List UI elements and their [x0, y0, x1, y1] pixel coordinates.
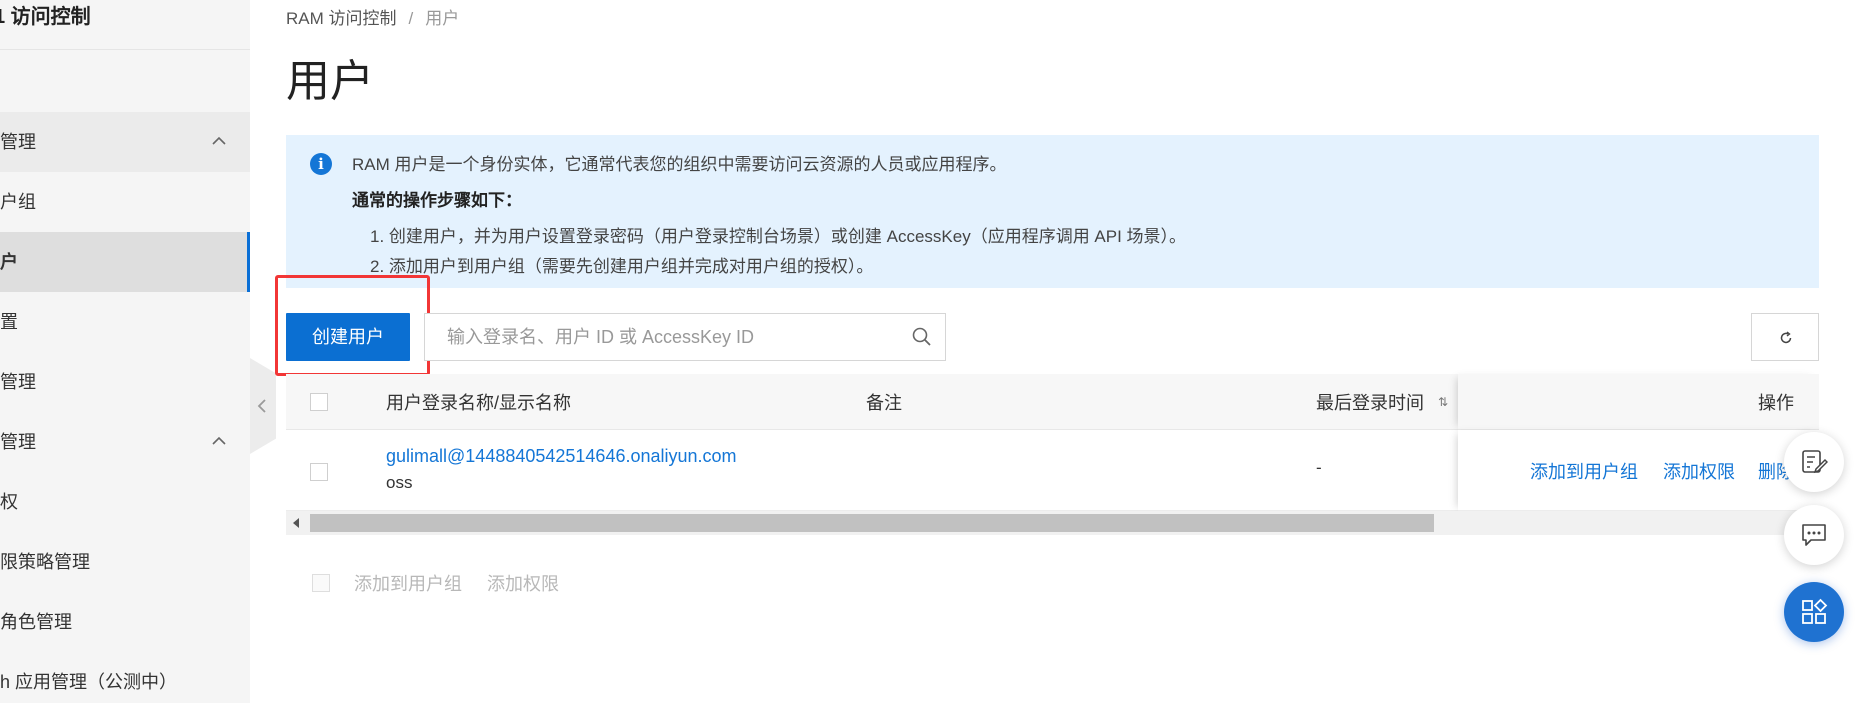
sidebar-item-users[interactable]: 户 — [0, 232, 250, 292]
user-display-name: oss — [386, 473, 413, 492]
sidebar-item-label: 户组 — [0, 192, 36, 212]
sidebar-item-role-management[interactable]: 角色管理 — [0, 592, 250, 652]
actions-column-header: 操作 — [1458, 374, 1819, 430]
breadcrumb-current: 用户 — [425, 9, 460, 28]
sidebar-collapse-toggle[interactable] — [250, 358, 276, 454]
refresh-button[interactable] — [1751, 313, 1819, 361]
column-header-name: 用户登录名称/显示名称 — [386, 393, 571, 413]
sidebar-item-label: 管理 — [0, 372, 36, 392]
sidebar-item-sso-management[interactable]: 管理 — [0, 352, 250, 412]
sidebar-item-authorization[interactable]: 权 — [0, 472, 250, 532]
sidebar-item-policy-management[interactable]: 限策略管理 — [0, 532, 250, 592]
sidebar-item-label: h 应用管理（公测中） — [0, 672, 178, 692]
feedback-edit-button[interactable] — [1784, 432, 1844, 492]
chevron-up-icon — [212, 436, 226, 445]
sidebar-item-label: 权 — [0, 492, 18, 512]
chevron-up-icon — [212, 136, 226, 145]
sidebar-item-settings[interactable]: 置 — [0, 292, 250, 352]
sidebar-group-permission-management[interactable]: 管理 — [0, 412, 250, 472]
sidebar-item-oauth-apps[interactable]: h 应用管理（公测中） — [0, 652, 250, 712]
refresh-icon — [1780, 331, 1792, 344]
search-icon[interactable] — [911, 326, 933, 348]
sidebar-item-label: 限策略管理 — [0, 552, 90, 572]
info-notice: i RAM 用户是一个身份实体，它通常代表您的组织中需要访问云资源的人员或应用程… — [286, 135, 1819, 288]
breadcrumb-root-link[interactable]: RAM 访问控制 — [286, 9, 397, 28]
sidebar-item-label: 角色管理 — [0, 612, 72, 632]
notice-step-2: 2. 添加用户到用户组（需要先创建用户组并完成对用户组的授权）。 — [370, 257, 874, 276]
chevron-left-icon — [257, 399, 266, 413]
select-all-checkbox[interactable] — [310, 393, 328, 411]
chat-button[interactable] — [1784, 505, 1844, 565]
sidebar-item-label: 户 — [0, 252, 18, 272]
scroll-left-arrow-icon[interactable] — [292, 518, 300, 528]
notice-step-1: 1. 创建用户，并为用户设置登录密码（用户登录控制台场景）或创建 AccessK… — [370, 227, 1187, 246]
sidebar-title: 1 访问控制 — [0, 0, 250, 50]
breadcrumb: RAM 访问控制 / 用户 — [286, 4, 459, 29]
sidebar-item-label: 管理 — [0, 132, 36, 152]
apps-grid-icon — [1802, 598, 1828, 624]
search-input[interactable] — [425, 314, 895, 360]
actions-column-cell: 添加到用户组 添加权限 删除 — [1458, 430, 1819, 511]
search-box — [424, 313, 946, 361]
breadcrumb-separator: / — [408, 9, 414, 28]
column-header-remark: 备注 — [866, 393, 902, 413]
bulk-add-to-group-button[interactable]: 添加到用户组 — [354, 570, 462, 596]
add-permission-link[interactable]: 添加权限 — [1663, 458, 1735, 484]
column-header-actions: 操作 — [1758, 393, 1794, 413]
chat-icon — [1802, 524, 1826, 546]
sidebar-item-label: 管理 — [0, 432, 36, 452]
user-login-name-link[interactable]: gulimall@1448840542514646.onaliyun.com — [386, 446, 737, 467]
column-header-last-login: 最后登录时间 — [1316, 393, 1424, 413]
sidebar-group-user-management[interactable]: 管理 — [0, 112, 250, 172]
row-checkbox[interactable] — [310, 463, 328, 481]
bulk-select-checkbox[interactable] — [312, 574, 330, 592]
create-user-button[interactable]: 创建用户 — [286, 313, 410, 361]
horizontal-scrollbar[interactable] — [286, 511, 1819, 535]
notice-steps-heading: 通常的操作步骤如下： — [352, 191, 522, 210]
apps-button[interactable] — [1784, 582, 1844, 642]
info-icon: i — [310, 153, 332, 175]
add-to-group-link[interactable]: 添加到用户组 — [1530, 458, 1638, 484]
sidebar-item-user-groups[interactable]: 户组 — [0, 172, 250, 232]
scrollbar-thumb[interactable] — [310, 514, 1434, 532]
notice-description: RAM 用户是一个身份实体，它通常代表您的组织中需要访问云资源的人员或应用程序。 — [352, 155, 1007, 174]
sidebar-item-label: 置 — [0, 312, 18, 332]
sidebar: 1 访问控制 管理 户组 户 置 管理 管理 权 限策略管理 角色管理 h 应用… — [0, 0, 250, 703]
bulk-add-permission-button[interactable]: 添加权限 — [487, 570, 559, 596]
user-last-login: - — [1316, 458, 1322, 477]
sort-icon[interactable]: ⇅ — [1438, 395, 1448, 409]
edit-note-icon — [1802, 450, 1828, 474]
page-title: 用户 — [286, 57, 374, 106]
